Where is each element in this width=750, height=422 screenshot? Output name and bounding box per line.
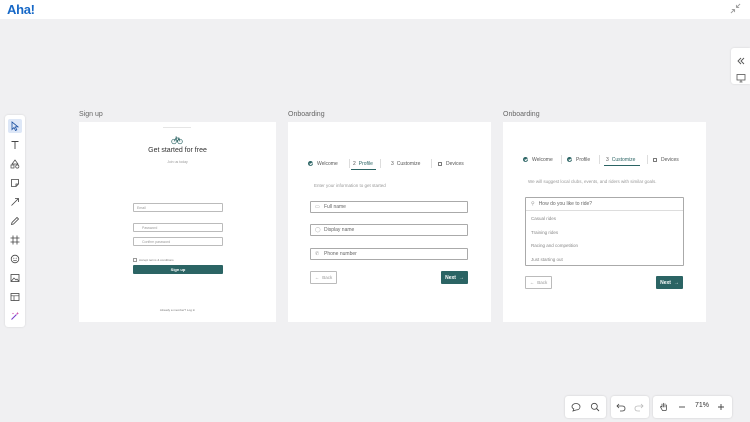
bicycle-icon (171, 136, 183, 145)
check-circle-icon (567, 157, 572, 162)
left-toolbar (5, 115, 25, 327)
step-welcome[interactable]: Welcome (308, 159, 338, 168)
zoom-level[interactable]: 71% (695, 402, 709, 409)
user-icon: ◯ (315, 226, 321, 233)
step-separator (431, 159, 432, 168)
step-devices[interactable]: Devices (438, 159, 464, 168)
step-separator (349, 159, 350, 168)
top-bar: Aha! (0, 0, 750, 19)
login-link[interactable]: Already a member? Log in (79, 308, 276, 312)
frame-label-onboarding-1: Onboarding (288, 111, 325, 118)
terms-checkbox[interactable] (133, 258, 137, 262)
device-icon (653, 157, 657, 162)
instruction-text: We will suggest local clubs, events, and… (528, 179, 657, 184)
arrow-left-icon: ← (529, 280, 535, 285)
history-bar (611, 396, 649, 418)
step-profile[interactable]: Profile (567, 155, 590, 164)
option-training[interactable]: Training rides (531, 230, 558, 235)
display-name-field[interactable]: ◯ Display name (310, 224, 468, 236)
onboarding-frame-customize[interactable]: Welcome Profile 3 Customize Devices We wi… (503, 122, 706, 322)
option-racing[interactable]: Racing and competition (531, 243, 578, 248)
arrow-line-icon[interactable] (8, 195, 22, 209)
email-field[interactable]: Email (133, 203, 223, 212)
password-field[interactable]: Password (133, 223, 223, 232)
text-icon[interactable] (8, 138, 22, 152)
collapse-icon[interactable] (729, 3, 742, 16)
step-profile[interactable]: 2 Profile (353, 159, 373, 168)
divider (163, 127, 191, 128)
signup-frame[interactable]: Get started for free Join us today Email… (79, 122, 276, 322)
sticky-note-icon[interactable] (8, 176, 22, 190)
frame-label-signup: Sign up (79, 111, 103, 118)
check-circle-icon (308, 161, 313, 166)
image-icon[interactable] (8, 271, 22, 285)
id-card-icon: ▭ (315, 203, 320, 210)
active-step-indicator (604, 165, 640, 166)
step-welcome[interactable]: Welcome (523, 155, 553, 164)
zoom-bar: 71% (653, 396, 732, 418)
shapes-icon[interactable] (8, 157, 22, 171)
search-icon[interactable] (589, 401, 601, 413)
template-icon[interactable] (8, 290, 22, 304)
ride-style-header[interactable]: ⚲ How do you like to ride? (526, 198, 683, 211)
option-casual[interactable]: Casual rides (531, 216, 556, 221)
active-step-indicator (351, 169, 376, 170)
subtitle: Join us today (167, 160, 188, 164)
signup-button[interactable]: Sign up (133, 265, 223, 274)
zoom-in-icon[interactable] (715, 401, 727, 413)
frame-label-onboarding-2: Onboarding (503, 111, 540, 118)
zoom-out-icon[interactable] (676, 401, 688, 413)
full-name-field[interactable]: ▭ Full name (310, 201, 468, 213)
confirm-password-field[interactable]: Confirm password (133, 237, 223, 246)
instruction-text: Enter your information to get started (314, 183, 386, 188)
pen-icon[interactable] (8, 214, 22, 228)
undo-icon[interactable] (615, 401, 627, 413)
step-separator (647, 155, 648, 164)
step-customize[interactable]: 3 Customize (606, 155, 635, 164)
step-devices[interactable]: Devices (653, 155, 679, 164)
step-separator (561, 155, 562, 164)
arrow-right-icon: → (673, 279, 679, 286)
double-chevron-left-icon[interactable] (736, 53, 746, 65)
option-beginner[interactable]: Just starting out (531, 257, 563, 262)
comment-icon[interactable] (570, 401, 582, 413)
arrow-left-icon: ← (314, 275, 320, 280)
sticker-icon[interactable] (8, 252, 22, 266)
comment-search-bar (565, 396, 606, 418)
back-button[interactable]: ← Back (310, 271, 337, 284)
arrow-right-icon: → (458, 274, 464, 281)
presentation-icon[interactable] (736, 70, 746, 83)
back-button[interactable]: ← Back (525, 276, 552, 289)
step-separator (380, 159, 381, 168)
frame-icon[interactable] (8, 233, 22, 247)
pointer-icon[interactable] (8, 119, 22, 133)
bicycle-icon: ⚲ (531, 201, 535, 207)
terms-label: Accept terms & conditions (139, 258, 174, 262)
phone-icon: ✆ (315, 250, 320, 257)
ride-style-select[interactable]: ⚲ How do you like to ride? Casual rides T… (525, 197, 684, 266)
ai-magic-icon[interactable] (8, 309, 22, 323)
hand-pan-icon[interactable] (658, 401, 670, 413)
page-title: Get started for free (148, 147, 207, 154)
next-button[interactable]: Next → (441, 271, 468, 284)
redo-icon[interactable] (633, 401, 645, 413)
phone-number-field[interactable]: ✆ Phone number (310, 248, 468, 260)
device-icon (438, 161, 442, 166)
right-panel (731, 48, 750, 84)
next-button[interactable]: Next → (656, 276, 683, 289)
onboarding-frame-profile[interactable]: Welcome 2 Profile 3 Customize Devices Ente… (288, 122, 491, 322)
check-circle-icon (523, 157, 528, 162)
app-logo[interactable]: Aha! (7, 2, 35, 17)
step-customize[interactable]: 3 Customize (391, 159, 420, 168)
step-separator (599, 155, 600, 164)
